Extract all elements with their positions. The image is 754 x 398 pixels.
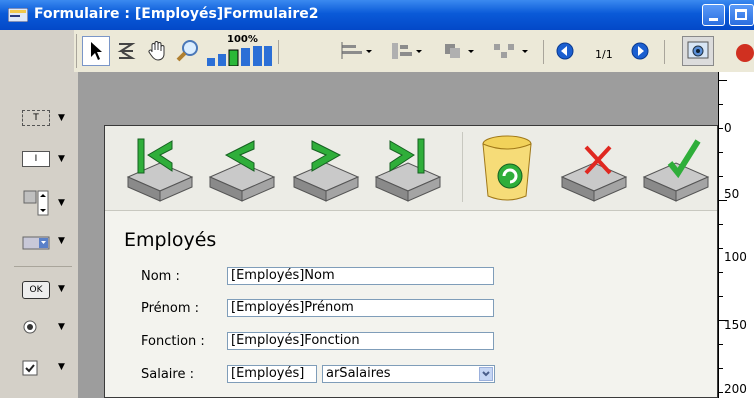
stop-button[interactable] [736, 44, 754, 62]
ruler-tick [719, 80, 727, 81]
salaire-dropdown-value: arSalaires [326, 366, 391, 381]
next-record-icon[interactable] [290, 133, 362, 203]
accept-icon[interactable] [640, 133, 712, 203]
input-tool-label: I [34, 154, 38, 164]
checkbox-tool-icon [22, 360, 38, 376]
ruler-tick [719, 104, 723, 105]
palette-button-arrow[interactable]: ▼ [58, 284, 65, 294]
distribute-icon [392, 43, 422, 59]
zoom-icon [176, 40, 198, 62]
ruler-tick [719, 272, 723, 273]
input-tool-icon: I [22, 151, 50, 167]
ruler-tick [719, 128, 723, 129]
toolbar-gutter [0, 30, 74, 72]
ruler-label-0: 0 [724, 121, 732, 135]
maximize-button[interactable] [729, 4, 754, 26]
zoom-tool[interactable] [173, 36, 203, 66]
ruler-label-150: 150 [724, 318, 747, 332]
palette-list-arrow[interactable]: ▼ [58, 198, 65, 208]
ruler-tick [719, 296, 723, 297]
palette-checkbox-tool[interactable] [22, 357, 54, 379]
zoom-level-label: 100% [227, 34, 258, 45]
fonction-label: Fonction : [141, 334, 205, 349]
nom-field[interactable]: [Employés]Nom [227, 267, 494, 285]
cancel-icon[interactable] [558, 133, 630, 203]
minimize-button[interactable] [702, 4, 725, 26]
list-tool-icon [23, 190, 49, 216]
palette-radio-tool[interactable] [22, 316, 54, 338]
button-tool-label: OK [29, 285, 43, 295]
palette-radio-arrow[interactable]: ▼ [58, 322, 65, 332]
preview-icon [687, 41, 709, 59]
palette-button-tool[interactable]: OK [22, 279, 54, 301]
ruler-tick [719, 152, 723, 153]
salaire-label: Salaire : [141, 367, 194, 382]
distribute-tool[interactable] [384, 36, 428, 66]
next-page-icon [631, 42, 649, 60]
page-indicator: 1/1 [595, 48, 613, 61]
previous-record-icon[interactable] [206, 133, 278, 203]
next-page-button[interactable] [627, 36, 653, 66]
prev-page-icon [556, 42, 574, 60]
ruler-label-100: 100 [724, 250, 747, 264]
form-title: Employés [124, 229, 217, 251]
button-tool-icon: OK [22, 281, 50, 299]
autonumber-icon [117, 43, 136, 59]
pointer-tool[interactable] [82, 36, 110, 66]
palette-input-arrow[interactable]: ▼ [58, 154, 65, 164]
layer-tool[interactable] [438, 36, 482, 66]
nom-label: Nom : [141, 269, 180, 284]
last-record-icon[interactable] [372, 133, 444, 203]
salaire-dropdown[interactable]: arSalaires [322, 365, 495, 383]
layer-icon [445, 44, 474, 58]
prenom-label: Prénom : [141, 301, 200, 316]
salaire-field[interactable]: [Employés] [227, 365, 317, 383]
palette-combo-tool[interactable] [22, 232, 54, 254]
zoom-level-selector[interactable]: 100% [205, 34, 273, 66]
pointer-icon [91, 42, 102, 60]
fonction-field[interactable]: [Employés]Fonction [227, 332, 494, 350]
ruler-tick [719, 344, 723, 345]
text-tool-icon: T [22, 110, 50, 126]
palette-text-arrow[interactable]: ▼ [58, 113, 65, 123]
radio-tool-icon [23, 320, 37, 334]
delete-record-icon[interactable] [476, 132, 538, 204]
ruler-tick [719, 176, 723, 177]
palette-checkbox-arrow[interactable]: ▼ [58, 362, 65, 372]
align-icon [341, 42, 372, 59]
first-record-icon[interactable] [124, 133, 196, 203]
dropdown-arrow-icon[interactable] [479, 367, 493, 381]
palette-text-tool[interactable]: T [22, 107, 54, 129]
ruler-tick [719, 392, 723, 393]
align-tool[interactable] [336, 36, 378, 66]
zoom-level-icon [207, 46, 272, 66]
ruler-tick [719, 368, 723, 369]
text-tool-label: T [33, 113, 39, 123]
ruler-label-50: 50 [724, 187, 740, 201]
prenom-field[interactable]: [Employés]Prénom [227, 299, 494, 317]
group-tool[interactable] [488, 36, 536, 66]
palette-input-tool[interactable]: I [22, 148, 54, 170]
prev-page-button[interactable] [552, 36, 578, 66]
ruler-label-200: 200 [724, 382, 747, 396]
palette-combo-arrow[interactable]: ▼ [58, 236, 65, 246]
combo-tool-icon [22, 236, 50, 250]
group-icon [494, 44, 528, 58]
window-title: Formulaire : [Employés]Formulaire2 [34, 6, 319, 22]
ruler-tick [719, 224, 723, 225]
autonumber-tool[interactable] [112, 36, 140, 66]
ruler-tick [719, 248, 723, 249]
hand-tool[interactable] [142, 36, 172, 66]
preview-button[interactable] [682, 36, 714, 66]
app-form-icon [8, 8, 28, 22]
palette-list-tool[interactable] [22, 188, 54, 218]
hand-icon [148, 41, 165, 61]
